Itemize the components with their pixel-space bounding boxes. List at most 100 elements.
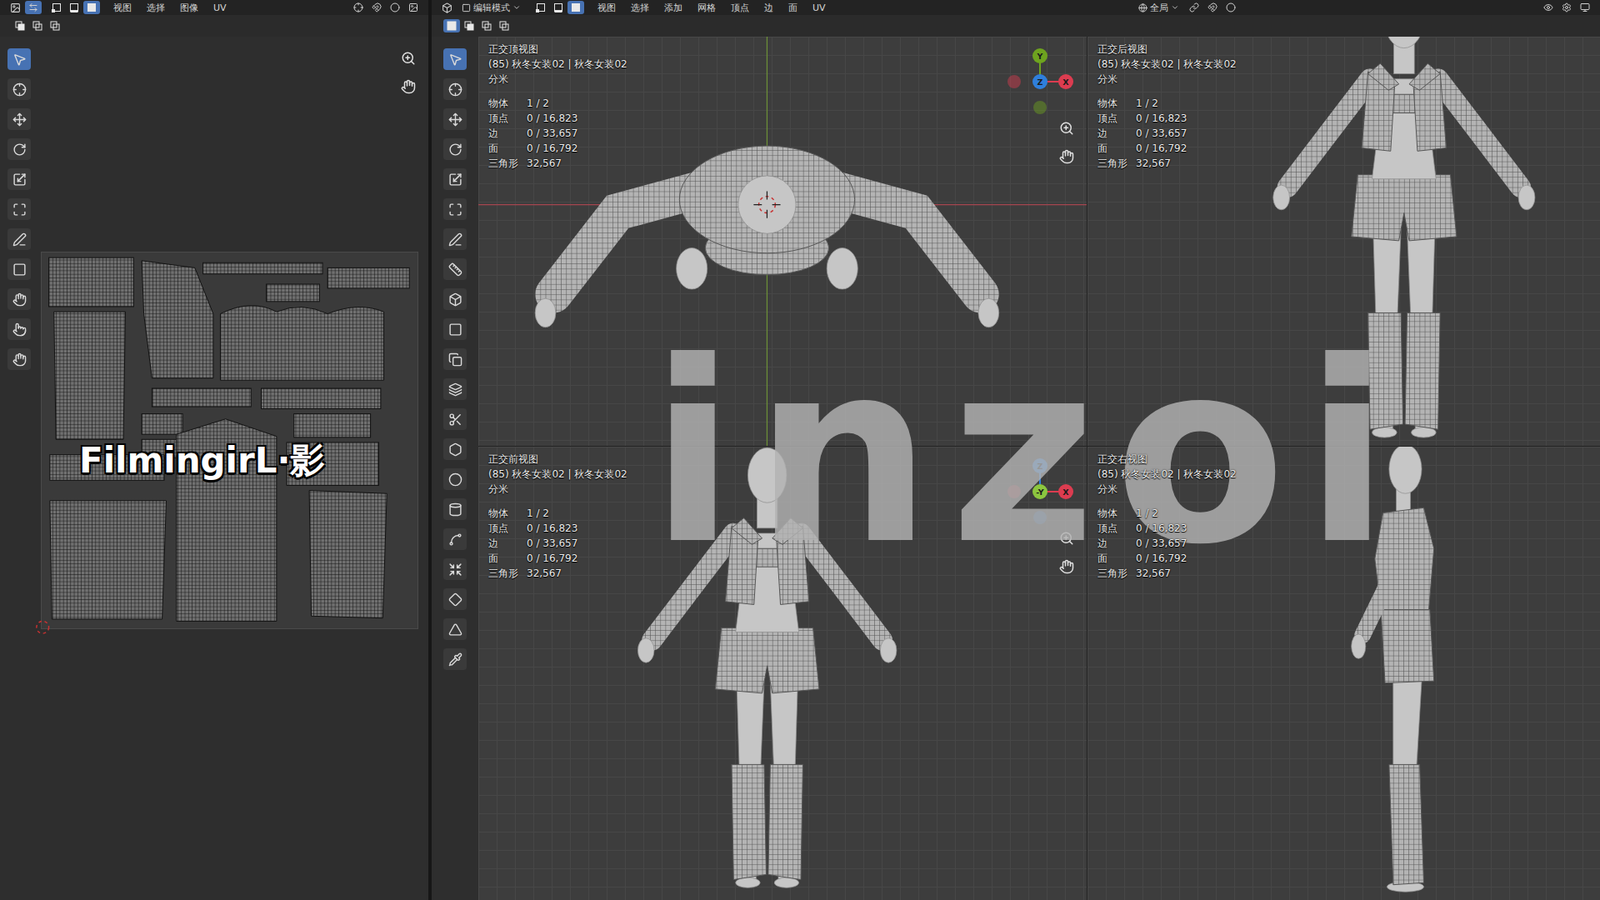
gizmo-axis[interactable]: Y (1032, 48, 1048, 64)
select-mode-button[interactable] (48, 0, 65, 15)
tool-button[interactable] (443, 498, 467, 520)
zoom-button[interactable] (1056, 528, 1077, 549)
tool-button[interactable] (443, 318, 467, 340)
negative-axis-dot[interactable] (1007, 75, 1021, 89)
tool-button[interactable] (443, 588, 467, 610)
tool-button[interactable] (443, 228, 467, 250)
tool-button[interactable] (443, 258, 467, 280)
editor-type-button[interactable] (438, 0, 455, 15)
visibility-button[interactable] (1540, 0, 1557, 15)
mode-button[interactable] (29, 19, 46, 33)
tool-button[interactable] (443, 108, 467, 130)
tool-button[interactable] (443, 78, 467, 100)
uv-island[interactable] (54, 311, 126, 440)
navigation-gizmo[interactable]: Z -Y X (1005, 456, 1075, 527)
mode-dropdown[interactable]: 编辑模式 (456, 1, 526, 15)
tool-button[interactable] (7, 168, 31, 190)
snap-button[interactable] (368, 0, 385, 15)
uv-canvas[interactable]: FilmingirL·影 (38, 36, 429, 900)
menu-item[interactable]: 视图 (106, 1, 139, 15)
zoom-button[interactable] (1056, 118, 1077, 139)
tool-button[interactable] (443, 528, 467, 550)
tool-button[interactable] (443, 288, 467, 310)
select-mode-button[interactable] (532, 0, 550, 15)
tool-button[interactable] (443, 138, 467, 160)
tool-button[interactable] (7, 78, 31, 100)
menu-item[interactable]: 添加 (657, 1, 690, 15)
tool-button[interactable] (443, 348, 467, 370)
pan-button[interactable] (1056, 146, 1077, 167)
uv-island[interactable] (141, 260, 214, 379)
zoom-button[interactable] (398, 48, 419, 69)
mode-button[interactable] (11, 19, 29, 33)
gizmo-axis[interactable]: Z (1032, 74, 1048, 90)
mode-button[interactable] (46, 19, 64, 33)
uv-island[interactable] (260, 388, 380, 410)
box-mode-button[interactable] (443, 19, 460, 33)
uv-island[interactable] (294, 414, 371, 438)
menu-item[interactable]: 图像 (173, 1, 205, 15)
snap-button[interactable] (1204, 0, 1221, 15)
select-mode-button[interactable] (65, 0, 83, 15)
menu-item[interactable]: 选择 (140, 1, 172, 15)
select-mode-button[interactable] (550, 0, 567, 15)
menu-item[interactable]: UV (805, 2, 833, 14)
uv-island[interactable] (141, 414, 183, 435)
pivot-button[interactable] (350, 0, 367, 15)
tool-button[interactable] (7, 138, 31, 160)
menu-item[interactable]: 视图 (590, 1, 623, 15)
tool-button[interactable] (7, 348, 31, 370)
select-mode-button[interactable] (567, 0, 585, 15)
gizmo-axis[interactable]: X (1058, 74, 1074, 90)
uv-island[interactable] (309, 490, 387, 619)
negative-axis-dot[interactable] (1033, 100, 1047, 115)
viewport[interactable]: 正交顶视图(85) 秋冬女装02 | 秋冬女装02分米物体1 / 2顶点0 / … (478, 36, 1087, 446)
menu-item[interactable]: 网格 (690, 1, 723, 15)
tool-button[interactable] (7, 198, 31, 220)
tool-button[interactable] (7, 288, 31, 310)
viewport[interactable]: 正交前视图(85) 秋冬女装02 | 秋冬女装02分米物体1 / 2顶点0 / … (478, 446, 1087, 900)
tool-button[interactable] (443, 468, 467, 490)
tool-button[interactable] (443, 198, 467, 220)
negative-axis-dot[interactable] (1033, 510, 1047, 525)
gizmo-button[interactable] (1558, 0, 1575, 15)
2d-cursor[interactable] (36, 620, 50, 634)
uv-island[interactable] (266, 284, 320, 302)
tool-button[interactable] (443, 558, 467, 580)
tool-button[interactable] (7, 108, 31, 130)
sync-selection-toggle[interactable] (25, 0, 42, 15)
editor-type-button[interactable] (6, 0, 24, 15)
tool-button[interactable] (7, 318, 31, 340)
negative-axis-dot[interactable] (1007, 485, 1021, 499)
viewport[interactable]: 正交右视图(85) 秋冬女装02 | 秋冬女装02分米物体1 / 2顶点0 / … (1087, 446, 1600, 900)
orientation-dropdown[interactable]: 全局 (1133, 1, 1185, 15)
gizmo-axis[interactable]: X (1058, 484, 1074, 500)
uv-island[interactable] (151, 388, 251, 407)
gizmo-axis[interactable]: -Y (1032, 484, 1048, 500)
menu-item[interactable]: 选择 (624, 1, 656, 15)
viewport[interactable]: 正交后视图(85) 秋冬女装02 | 秋冬女装02分米物体1 / 2顶点0 / … (1087, 36, 1600, 446)
menu-item[interactable]: 顶点 (724, 1, 756, 15)
box-mode-button[interactable] (495, 19, 513, 33)
overlay-button[interactable] (1576, 0, 1594, 15)
box-mode-button[interactable] (478, 19, 495, 33)
select-mode-button[interactable] (83, 0, 100, 15)
pan-button[interactable] (1056, 556, 1077, 577)
tool-button[interactable] (443, 378, 467, 400)
tool-button[interactable] (443, 408, 467, 430)
tool-button[interactable] (7, 48, 31, 70)
tool-button[interactable] (7, 228, 31, 250)
tool-button[interactable] (443, 438, 467, 460)
proportional-button[interactable] (1222, 0, 1240, 15)
uv-island[interactable] (49, 257, 135, 307)
proportional-button[interactable] (386, 0, 404, 15)
tool-button[interactable] (443, 648, 467, 670)
gizmo-axis[interactable]: Z (1032, 458, 1048, 474)
uv-island[interactable] (327, 267, 410, 289)
navigation-gizmo[interactable]: YZX (1005, 46, 1075, 117)
menu-item[interactable]: UV (206, 2, 234, 14)
uv-island[interactable] (203, 262, 323, 274)
menu-item[interactable]: 边 (757, 1, 780, 15)
uv-island[interactable] (50, 500, 167, 620)
pan-button[interactable] (398, 76, 419, 97)
